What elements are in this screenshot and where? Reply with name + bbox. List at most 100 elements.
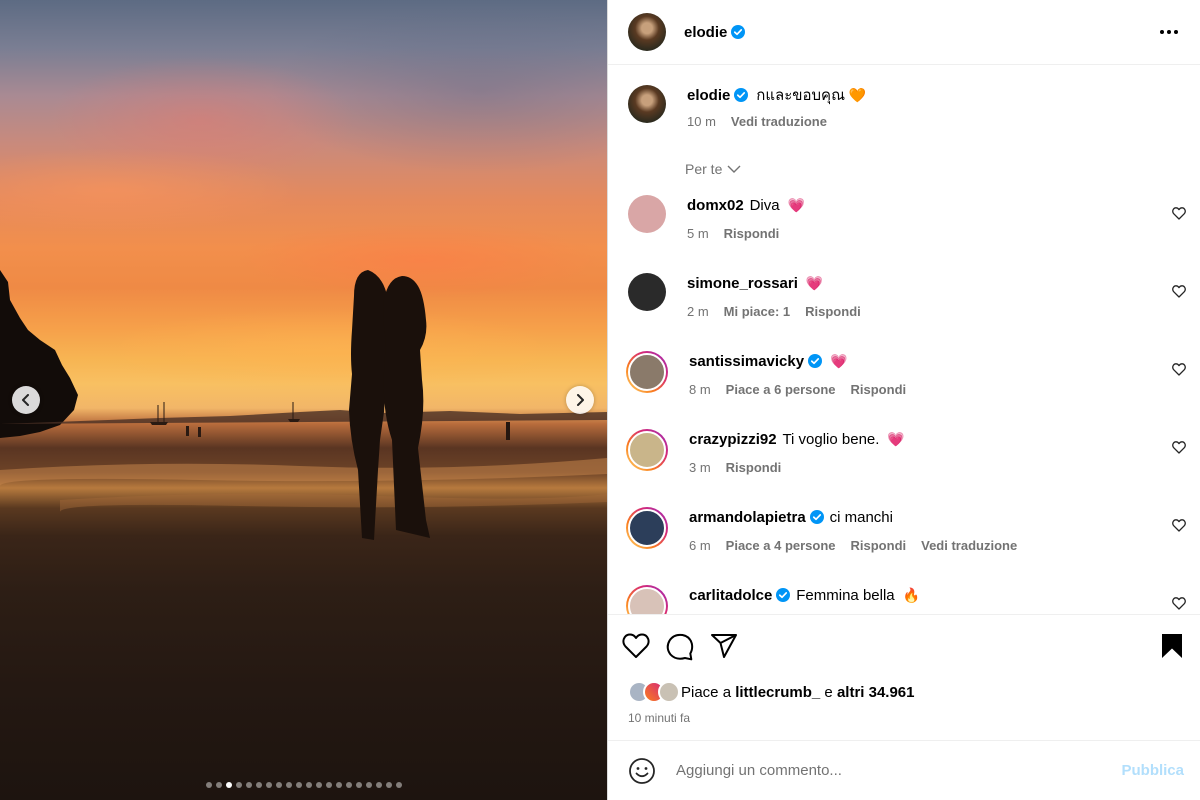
comment-time: 3 m <box>689 460 711 475</box>
carousel-dot <box>205 782 212 788</box>
post-timestamp: 10 minuti fa <box>628 711 691 725</box>
caption-author-avatar[interactable] <box>628 85 666 123</box>
like-comment-icon[interactable] <box>1172 441 1186 454</box>
comment-sort-label: Per te <box>685 161 723 177</box>
commenter-avatar[interactable] <box>626 351 668 393</box>
caption-text: กและขอบคุณ <box>756 87 845 104</box>
commenter-avatar[interactable] <box>626 507 668 549</box>
comment-time: 6 m <box>689 538 711 553</box>
commenter-username[interactable]: domx02 <box>687 197 744 214</box>
carousel-dot <box>385 782 392 788</box>
reply-button[interactable]: Rispondi <box>851 536 907 556</box>
carousel-dot <box>375 782 382 788</box>
commenter-username[interactable]: armandolapietra <box>689 509 806 526</box>
comment-text: Ti voglio bene. <box>782 431 880 448</box>
emoji-picker-icon[interactable] <box>628 757 656 785</box>
verified-badge-icon <box>734 88 749 102</box>
carousel-dot <box>365 782 372 788</box>
comment-text: ci manchi <box>829 509 893 526</box>
comment-time: 5 m <box>687 226 709 241</box>
comment-item: santissimavicky 💗 8 m Piace a 6 persone Ris… <box>626 351 1186 400</box>
post-modal: elodie elodie กและขอบคุณ 🧡 10 m Vedi tra… <box>0 0 1200 800</box>
comment-time: 2 m <box>687 304 709 319</box>
verified-badge-icon <box>808 354 823 368</box>
see-translation-link[interactable]: Vedi traduzione <box>921 536 1017 556</box>
carousel-dot <box>355 782 362 788</box>
like-comment-icon[interactable] <box>1172 597 1186 610</box>
more-options-button[interactable] <box>1158 24 1180 40</box>
reply-button[interactable]: Rispondi <box>805 302 861 322</box>
commenter-avatar[interactable] <box>626 429 668 471</box>
comment-item: simone_rossari 💗 2 m Mi piace: 1 Rispondi <box>628 273 1186 322</box>
caption-emoji: 🧡 <box>848 87 867 103</box>
publish-button[interactable]: Pubblica <box>1121 762 1184 779</box>
carousel-indicator <box>0 782 607 788</box>
author-avatar[interactable] <box>628 13 666 51</box>
carousel-dot <box>245 782 252 788</box>
like-heart-icon[interactable] <box>622 633 650 659</box>
chevron-down-icon <box>727 165 741 173</box>
commenter-avatar[interactable] <box>626 585 668 614</box>
post-photo[interactable] <box>0 0 607 800</box>
verified-badge-icon <box>776 588 791 602</box>
caption-author-username[interactable]: elodie <box>687 87 730 104</box>
comment-likes-link[interactable]: Piace a 6 persone <box>726 380 836 400</box>
carousel-dot <box>255 782 262 788</box>
carousel-dot <box>285 782 292 788</box>
comment-composer: Pubblica <box>608 740 1200 800</box>
see-translation-link[interactable]: Vedi traduzione <box>731 112 827 132</box>
comment-likes-link[interactable]: Mi piace: 1 <box>724 302 790 322</box>
comment-item: domx02 Diva 💗 5 m Rispondi <box>628 195 1186 244</box>
carousel-dot <box>335 782 342 788</box>
like-comment-icon[interactable] <box>1172 207 1186 220</box>
comment-emoji: 🔥 <box>902 587 920 603</box>
comment-emoji: 💗 <box>787 197 805 213</box>
carousel-dot <box>325 782 332 788</box>
likes-summary: Piace a littlecrumb_ e altri 34.961 <box>628 681 915 703</box>
carousel-dot <box>265 782 272 788</box>
previous-photo-button[interactable] <box>12 386 40 414</box>
like-comment-icon[interactable] <box>1172 519 1186 532</box>
reply-button[interactable]: Rispondi <box>726 458 782 478</box>
commenter-username[interactable]: carlitadolce <box>689 587 772 604</box>
like-comment-icon[interactable] <box>1172 285 1186 298</box>
more-dot-icon <box>1160 30 1164 34</box>
liked-by-user-link[interactable]: littlecrumb_ <box>735 684 820 701</box>
next-photo-button[interactable] <box>566 386 594 414</box>
likes-prefix: Piace a <box>681 683 732 701</box>
comment-item: crazypizzi92 Ti voglio bene. 💗 3 m Rispond… <box>626 429 1186 478</box>
author-username[interactable]: elodie <box>684 24 727 41</box>
post-caption: elodie กและขอบคุณ 🧡 10 m Vedi traduzione <box>628 85 1186 132</box>
carousel-dot <box>215 782 222 788</box>
more-dot-icon <box>1174 30 1178 34</box>
commenter-username[interactable]: crazypizzi92 <box>689 431 777 448</box>
carousel-dot <box>235 782 242 788</box>
comment-input[interactable] <box>676 762 1122 779</box>
chevron-left-icon <box>22 394 29 406</box>
comment-time: 8 m <box>689 382 711 397</box>
verified-badge-icon <box>731 25 746 39</box>
comment-item: armandolapietra ci manchi 6 m Piace a 4 pe… <box>626 507 1186 556</box>
reply-button[interactable]: Rispondi <box>851 380 907 400</box>
comment-emoji: 💗 <box>829 353 848 369</box>
comment-text: Femmina bella <box>796 587 895 604</box>
save-bookmark-icon[interactable] <box>1160 633 1184 659</box>
comments-list[interactable]: elodie กและขอบคุณ 🧡 10 m Vedi traduzione… <box>608 65 1200 614</box>
commenter-avatar[interactable] <box>628 273 666 311</box>
reply-button[interactable]: Rispondi <box>724 224 780 244</box>
commenter-username[interactable]: simone_rossari <box>687 275 798 292</box>
likes-connector: e <box>824 683 833 701</box>
more-dot-icon <box>1167 30 1171 34</box>
carousel-dot <box>275 782 282 788</box>
share-paper-plane-icon[interactable] <box>710 633 738 659</box>
post-header: elodie <box>608 0 1200 65</box>
carousel-dot <box>315 782 322 788</box>
likes-others-link[interactable]: altri 34.961 <box>837 684 915 701</box>
commenter-username[interactable]: santissimavicky <box>689 353 804 370</box>
commenter-avatar[interactable] <box>628 195 666 233</box>
comment-bubble-icon[interactable] <box>666 633 694 661</box>
like-comment-icon[interactable] <box>1172 363 1186 376</box>
comment-sort-dropdown[interactable]: Per te <box>685 161 741 177</box>
comment-likes-link[interactable]: Piace a 4 persone <box>726 536 836 556</box>
post-side-panel: elodie elodie กและขอบคุณ 🧡 10 m Vedi tra… <box>607 0 1200 800</box>
